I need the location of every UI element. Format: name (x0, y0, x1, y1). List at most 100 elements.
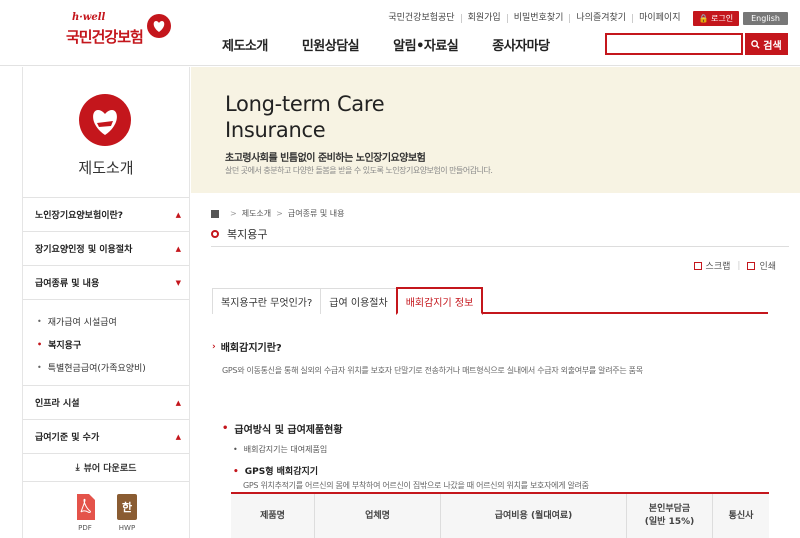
scrap-button[interactable]: 스크랩 (693, 259, 731, 272)
download-icon: ⤓ (75, 462, 80, 473)
sidebar-submenu: 재가급여 시설급여 복지용구 특별현금급여(가족요양비) (23, 299, 189, 385)
sidebar-item-infrastructure[interactable]: 인프라 시설 ▲ (23, 385, 189, 419)
hwp-viewer-link[interactable]: 한 HWP (113, 494, 141, 538)
table-header-carrier: 통신사 (728, 510, 754, 521)
table-header-product: 제품명 (231, 494, 315, 538)
tab-wandering-detector[interactable]: 배회감지기 정보 (395, 287, 484, 315)
table-header-company: 업체명 (315, 494, 441, 538)
banner-title-line1: Long-term Care (225, 92, 385, 116)
product-table: 제품명 업체명 급여비용 (월대여료) 본인부담금 (일반 15%) 통신사 (231, 492, 769, 538)
util-link-mypage[interactable]: 마이페이지 (632, 13, 686, 23)
list-item: 배회감지기는 대여제품임 (233, 444, 328, 455)
gnb-item-notice[interactable]: 알림•자료실 (393, 35, 459, 54)
breadcrumb-item-intro[interactable]: 제도소개 (242, 208, 271, 219)
util-link-favorites[interactable]: 나의즐겨찾기 (569, 13, 632, 23)
pdf-icon (75, 494, 95, 520)
util-link-nhis[interactable]: 국민건강보험공단 (382, 13, 460, 23)
section-heading-text: 배회감지기란? (220, 343, 282, 354)
pdf-viewer-link[interactable]: PDF (71, 494, 99, 538)
breadcrumb: > 제도소개 > 급여종류 및 내용 (211, 208, 344, 219)
sidebar-item-label: 노인장기요양보험이란? (35, 211, 124, 221)
submenu-item-home-facility[interactable]: 재가급여 시설급여 (37, 310, 189, 333)
page-title-text: 복지용구 (227, 228, 268, 241)
subsection-heading: • 급여방식 및 급여제품현황 (222, 421, 343, 436)
breadcrumb-separator: > (276, 209, 283, 218)
search-icon (751, 39, 760, 49)
nhis-logo[interactable]: h·well 국민건강보험 (66, 12, 176, 52)
viewer-download-label: 뷰어 다운로드 (83, 464, 137, 474)
sidebar-header: 제도소개 (23, 67, 189, 197)
sidebar-item-label: 급여종류 및 내용 (35, 279, 100, 289)
page-tools: 스크랩 | 인쇄 (693, 259, 776, 272)
sidebar: 제도소개 노인장기요양보험이란? ▲ 장기요양인정 및 이용절차 ▲ 급여종류 … (22, 67, 190, 538)
login-button[interactable]: 🔒 로그인 (692, 10, 740, 26)
header: h·well 국민건강보험 국민건강보험공단 회원가입 비밀번호찾기 나의즐겨찾… (0, 0, 800, 66)
sidebar-title: 제도소개 (78, 159, 134, 177)
submenu-item-welfare-equipment[interactable]: 복지용구 (37, 333, 189, 356)
banner-description: 살던 곳에서 충분하고 다양한 돌봄을 받을 수 있도록 노인장기요양보험이 만… (225, 166, 493, 175)
breadcrumb-item-benefits[interactable]: 급여종류 및 내용 (288, 208, 345, 219)
banner-title-line2: Insurance (225, 118, 326, 142)
section-heading: › 배회감지기란? (212, 339, 282, 355)
viewer-download-button[interactable]: ⤓ 뷰어 다운로드 (23, 453, 189, 481)
search-input[interactable] (605, 33, 743, 55)
global-nav: 제도소개 민원상담실 알림•자료실 종사자마당 (222, 35, 584, 54)
hwp-label: HWP (118, 524, 136, 532)
sidebar-menu: 노인장기요양보험이란? ▲ 장기요양인정 및 이용절차 ▲ 급여종류 및 내용 … (23, 197, 189, 538)
util-link-join[interactable]: 회원가입 (460, 13, 507, 23)
print-icon (747, 261, 756, 270)
banner-subtitle: 초고령사회를 빈틈없이 준비하는 노인장기요양보험 (225, 153, 426, 164)
sidebar-item-certification[interactable]: 장기요양인정 및 이용절차 ▲ (23, 231, 189, 265)
tools-divider: | (737, 260, 741, 271)
hwp-icon: 한 (117, 494, 137, 520)
list-item-gps: GPS형 배회감지기 (233, 464, 318, 477)
section-description: GPS와 이동통신을 통해 실외의 수급자 위치를 보호자 단말기로 전송하거나… (222, 366, 643, 375)
logo-hwell: h·well (72, 12, 106, 23)
title-divider (211, 246, 789, 247)
main-content: > 제도소개 > 급여종류 및 내용 복지용구 스크랩 | 인쇄 복지용구란 무… (191, 193, 800, 538)
table-header-copay: 본인부담금 (일반 15%) (627, 494, 713, 538)
page-title: 복지용구 (211, 226, 267, 242)
utility-links: 국민건강보험공단 회원가입 비밀번호찾기 나의즐겨찾기 마이페이지 🔒 로그인 … (382, 10, 788, 26)
subsection-heading-text: 급여방식 및 급여제품현황 (234, 425, 343, 436)
tab-procedure[interactable]: 급여 이용절차 (320, 288, 397, 314)
title-bullet-icon (211, 230, 219, 238)
tab-what-is[interactable]: 복지용구란 무엇인가? (212, 288, 322, 314)
print-label: 인쇄 (759, 262, 776, 272)
scrap-icon (693, 261, 702, 270)
chevron-right-icon: › (212, 341, 216, 352)
bullet-icon: • (222, 423, 229, 434)
submenu-item-special-cash[interactable]: 특별현금급여(가족요양비) (37, 356, 189, 379)
caret-up-icon: ▲ (175, 398, 181, 407)
sidebar-item-label: 인프라 시설 (35, 399, 80, 409)
heart-logo-icon (147, 14, 171, 38)
scrap-label: 스크랩 (705, 262, 731, 272)
sidebar-item-ltci-intro[interactable]: 노인장기요양보험이란? ▲ (23, 197, 189, 231)
caret-up-icon: ▲ (175, 432, 181, 441)
search-label: 검색 (763, 40, 782, 52)
viewer-files: PDF 한 HWP (23, 481, 189, 538)
content-tabs: 복지용구란 무엇인가? 급여 이용절차 배회감지기 정보 (212, 287, 768, 315)
logo-name: 국민건강보험 (66, 28, 144, 46)
hero-banner: Long-term Care Insurance 초고령사회를 빈틈없이 준비하… (191, 67, 800, 193)
heart-scarf-icon (79, 94, 131, 146)
caret-down-icon: ▼ (175, 278, 181, 287)
home-icon[interactable] (211, 209, 219, 218)
print-button[interactable]: 인쇄 (747, 259, 776, 272)
gnb-item-counsel[interactable]: 민원상담실 (302, 35, 360, 54)
search-button[interactable]: 검색 (745, 33, 788, 55)
gnb-item-intro[interactable]: 제도소개 (222, 35, 268, 54)
util-link-find-password[interactable]: 비밀번호찾기 (506, 13, 570, 23)
sidebar-item-label: 장기요양인정 및 이용절차 (35, 245, 133, 255)
login-label: 로그인 (711, 13, 734, 23)
list-item-description: GPS 위치추적기를 어르신의 몸에 부착하여 어르신이 집밖으로 나갔을 때 … (243, 481, 589, 490)
pdf-label: PDF (78, 524, 92, 532)
sidebar-item-benefit-types[interactable]: 급여종류 및 내용 ▼ (23, 265, 189, 299)
sidebar-item-benefit-standards[interactable]: 급여기준 및 수가 ▲ (23, 419, 189, 453)
gnb-item-workers[interactable]: 종사자마당 (492, 35, 550, 54)
table-header-cost: 급여비용 (월대여료) (441, 494, 627, 538)
breadcrumb-separator: > (230, 209, 237, 218)
caret-up-icon: ▲ (175, 210, 181, 219)
english-button[interactable]: English (743, 11, 788, 25)
caret-up-icon: ▲ (175, 244, 181, 253)
